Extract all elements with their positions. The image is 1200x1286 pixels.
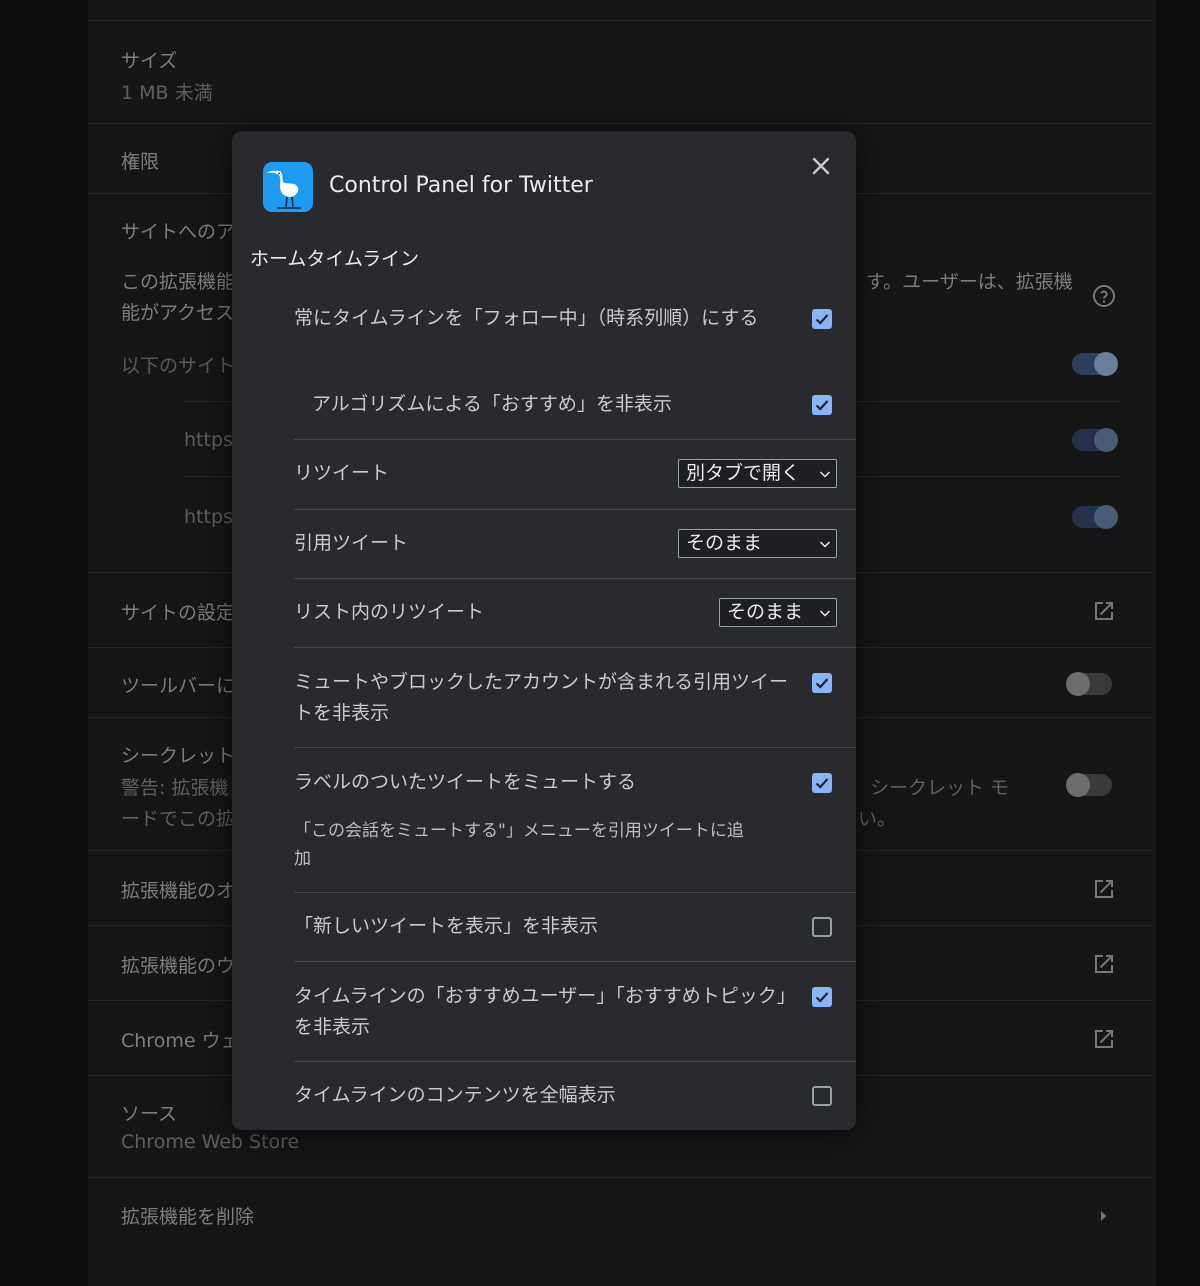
site-url-1: https [184, 429, 233, 451]
option-hide-recommended-checkbox[interactable] [812, 395, 832, 415]
quote-tweets-select[interactable]: そのまま [678, 529, 837, 558]
site-access-desc-line2: 能がアクセス [121, 302, 235, 324]
option-mute-labeled-tweets-description: 「この会話をミュートする"」メニューを引用ツイートに追加 [294, 821, 744, 869]
source-value: Chrome Web Store [121, 1131, 300, 1153]
dialog-title: Control Panel for Twitter [329, 173, 593, 198]
close-icon[interactable] [806, 151, 836, 181]
incognito-warning-line1: 警告: 拡張機 [121, 777, 229, 799]
open-in-new-icon[interactable] [1092, 877, 1116, 901]
help-circle-icon[interactable] [1092, 284, 1116, 308]
list-retweets-select[interactable]: そのまま [719, 598, 837, 627]
option-hide-who-to-follow-label: タイムラインの「おすすめユーザー」「おすすめトピック」を非表示 [294, 985, 787, 1038]
site-settings-label: サイトの設定 [121, 602, 236, 624]
option-quote-tweets-label: 引用ツイート [294, 532, 409, 554]
site-url-2: https [184, 506, 233, 528]
retweets-select[interactable]: 別タブで開く [678, 459, 837, 488]
toolbar-pin-label: ツールバーに [121, 675, 236, 697]
extension-website-label: 拡張機能のウ [121, 955, 236, 977]
site-url-1-toggle[interactable] [1072, 428, 1118, 452]
option-hide-see-new-tweets-checkbox[interactable] [812, 917, 832, 937]
chevron-down-icon [819, 541, 831, 548]
option-hide-recommended-label: アルゴリズムによる「おすすめ」を非表示 [312, 393, 672, 415]
site-access-desc-line1: この拡張機能 [121, 271, 236, 293]
remove-extension-label: 拡張機能を削除 [121, 1206, 255, 1228]
site-url-2-toggle[interactable] [1072, 505, 1118, 529]
toolbar-pin-toggle[interactable] [1066, 672, 1112, 696]
option-always-following-label: 常にタイムラインを「フォロー中」（時系列順）にする [294, 307, 759, 329]
option-always-following-checkbox[interactable] [812, 309, 832, 329]
list-retweets-select-value: そのまま [727, 601, 804, 623]
source-label: ソース [121, 1103, 178, 1125]
incognito-warning-right: シークレット モ [870, 777, 1010, 799]
option-hide-muted-quotes-checkbox[interactable] [812, 673, 832, 693]
chevron-down-icon [819, 610, 831, 617]
quote-tweets-select-value: そのまま [686, 532, 763, 554]
option-hide-muted-quotes-label: ミュートやブロックしたアカウントが含まれる引用ツイートを非表示 [294, 671, 789, 724]
heron-bird-icon [263, 162, 313, 212]
chevron-right-icon [1101, 1211, 1106, 1221]
site-access-label: サイトへのア [121, 221, 236, 243]
size-value: 1 MB 未満 [121, 82, 213, 104]
open-in-new-icon[interactable] [1092, 952, 1116, 976]
option-full-width-content-checkbox[interactable] [812, 1086, 832, 1106]
extension-options-label: 拡張機能のオ [121, 880, 236, 902]
listed-sites-label: 以下のサイト [121, 355, 236, 377]
retweets-select-value: 別タブで開く [686, 462, 801, 484]
incognito-toggle[interactable] [1066, 773, 1112, 797]
incognito-warning-right2: い。 [858, 808, 897, 830]
chevron-down-icon [819, 471, 831, 478]
remove-extension-row[interactable]: 拡張機能を削除 [88, 1177, 1152, 1252]
incognito-warning-line2: ードでこの拡 [121, 808, 236, 830]
option-full-width-content-label: タイムラインのコンテンツを全幅表示 [294, 1084, 616, 1106]
option-mute-labeled-tweets-checkbox[interactable] [812, 773, 832, 793]
chrome-web-store-label: Chrome ウェ [121, 1030, 240, 1052]
option-hide-see-new-tweets-label: 「新しいツイートを表示」を非表示 [294, 915, 599, 937]
sites-toggle[interactable] [1072, 352, 1118, 376]
incognito-label: シークレット [121, 745, 236, 767]
permissions-label: 権限 [121, 151, 160, 173]
open-in-new-icon[interactable] [1092, 599, 1116, 623]
options-dialog: Control Panel for Twitter ホームタイムライン 常にタイ… [232, 131, 856, 1130]
option-hide-who-to-follow-checkbox[interactable] [812, 987, 832, 1007]
size-label: サイズ [121, 50, 178, 72]
section-title-home-timeline: ホームタイムライン [250, 248, 420, 270]
option-mute-labeled-tweets-label: ラベルのついたツイートをミュートする [294, 771, 637, 793]
option-list-retweets-label: リスト内のリツイート [294, 601, 485, 623]
site-access-desc-right: す。ユーザーは、拡張機 [866, 271, 1073, 293]
open-in-new-icon[interactable] [1092, 1027, 1116, 1051]
option-retweets-label: リツイート [294, 462, 390, 484]
size-row: サイズ 1 MB 未満 [88, 20, 1152, 123]
